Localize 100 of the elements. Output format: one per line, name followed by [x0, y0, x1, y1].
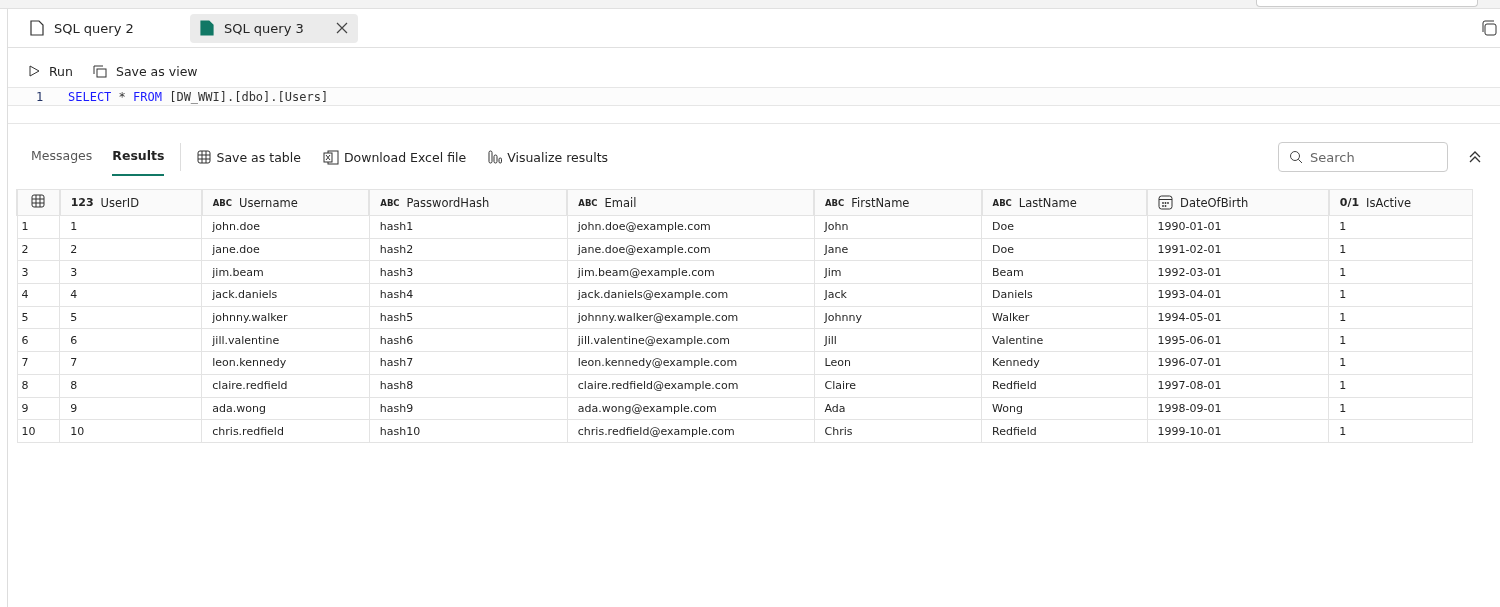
row-number: 1: [21, 220, 29, 234]
table-cell: ada.wong@example.com: [577, 401, 717, 415]
table-cell: 7: [70, 356, 78, 370]
table-cell: 1: [1339, 424, 1347, 438]
run-button[interactable]: Run: [28, 60, 73, 82]
copy-icon[interactable]: [1481, 20, 1497, 36]
column-header[interactable]: UserID: [100, 195, 140, 210]
type-label: ABC: [825, 197, 845, 208]
table-cell: John: [824, 220, 849, 234]
query-tab[interactable]: SQL query 3: [190, 13, 358, 43]
table-cell: jim.beam@example.com: [577, 265, 715, 279]
excel-icon: [322, 149, 339, 165]
column-header[interactable]: IsActive: [1366, 195, 1412, 210]
save-as-table-button[interactable]: Save as table: [197, 149, 301, 165]
type-label: ABC: [380, 197, 400, 208]
play-icon: [28, 65, 40, 77]
type-label: 123: [70, 196, 94, 209]
table-icon: [197, 150, 212, 164]
row-number: 5: [21, 311, 29, 325]
column-header[interactable]: PasswordHash: [406, 195, 490, 210]
row-number: 10: [21, 424, 36, 438]
table-cell: hash9: [379, 401, 414, 415]
table-cell: Beam: [992, 265, 1024, 279]
table-cell: 1: [1339, 311, 1347, 325]
save-as-view-button[interactable]: Save as view: [92, 60, 198, 82]
download-excel-button[interactable]: Download Excel file: [322, 149, 467, 165]
table-cell: 1998-09-01: [1157, 401, 1222, 415]
table-cell: hash4: [379, 288, 414, 302]
table-cell: jack.daniels@example.com: [577, 288, 729, 302]
column-header[interactable]: Username: [239, 195, 298, 210]
table-cell: Doe: [992, 220, 1014, 234]
collapse-icon[interactable]: [1468, 150, 1482, 164]
table-cell: Ada: [824, 401, 846, 415]
table-cell: 1: [70, 220, 78, 234]
row-number: 7: [21, 356, 29, 370]
search-field[interactable]: Search: [1278, 142, 1448, 172]
table-cell: hash10: [379, 424, 421, 438]
table-cell: 5: [70, 311, 78, 325]
type-label: 0/1: [1339, 196, 1360, 209]
table-cell: Wong: [992, 401, 1023, 415]
table-cell: 1990-01-01: [1157, 220, 1222, 234]
table-cell: 1995-06-01: [1157, 333, 1222, 347]
table-cell: 1994-05-01: [1157, 311, 1222, 325]
table-cell: hash2: [379, 243, 414, 257]
table-cell: 1997-08-01: [1157, 379, 1222, 393]
column-header[interactable]: FirstName: [851, 195, 910, 210]
table-cell: jane.doe@example.com: [577, 243, 711, 257]
line-number: 1: [35, 89, 45, 104]
table-cell: Jane: [824, 243, 849, 257]
table-cell: hash3: [379, 265, 414, 279]
table-cell: Chris: [824, 424, 853, 438]
table-cell: 10: [70, 424, 85, 438]
sql-file-icon: [30, 20, 44, 36]
table-cell: john.doe: [212, 220, 260, 234]
table-cell: jill.valentine@example.com: [577, 333, 730, 347]
visualize-results-button[interactable]: Visualize results: [488, 149, 609, 165]
table-cell: 1: [1339, 401, 1347, 415]
search-icon: [1289, 150, 1303, 164]
row-number: 4: [21, 288, 29, 302]
table-cell: claire.redfield: [212, 379, 288, 393]
column-header[interactable]: Email: [604, 195, 637, 210]
results-tab[interactable]: Messages: [31, 138, 93, 176]
type-label: ABC: [578, 197, 598, 208]
table-cell: leon.kennedy@example.com: [577, 356, 738, 370]
windows-icon: [92, 64, 107, 78]
type-label: ABC: [992, 197, 1012, 208]
table-cell: 4: [70, 288, 78, 302]
table-cell: Claire: [824, 379, 857, 393]
table-cell: Kennedy: [992, 356, 1040, 370]
results-tab[interactable]: Results: [112, 138, 165, 176]
row-number: 6: [21, 333, 29, 347]
table-cell: 8: [70, 379, 78, 393]
table-cell: jack.daniels: [212, 288, 278, 302]
grid-icon[interactable]: [31, 194, 46, 208]
table-cell: Jack: [824, 288, 847, 302]
table-cell: 1: [1339, 333, 1347, 347]
table-cell: chris.redfield: [212, 424, 284, 438]
table-cell: 1: [1339, 220, 1347, 234]
table-cell: Valentine: [992, 333, 1044, 347]
table-cell: chris.redfield@example.com: [577, 424, 735, 438]
table-cell: 1: [1339, 379, 1347, 393]
type-label: ABC: [212, 197, 233, 208]
table-cell: Walker: [992, 311, 1030, 325]
column-header[interactable]: LastName: [1018, 195, 1077, 210]
table-cell: Jill: [824, 333, 837, 347]
row-number: 3: [21, 265, 29, 279]
table-cell: johnny.walker@example.com: [577, 311, 739, 325]
bar-chart-icon: [488, 150, 503, 164]
table-cell: Leon: [824, 356, 851, 370]
table-cell: 2: [70, 243, 78, 257]
table-cell: john.doe@example.com: [577, 220, 711, 234]
close-icon[interactable]: [336, 22, 348, 34]
table-cell: 1: [1339, 288, 1347, 302]
table-cell: Jim: [824, 265, 842, 279]
code-editor[interactable]: 1 SELECT * FROM [DW_WWI].[dbo].[Users]: [8, 87, 1500, 106]
table-cell: johnny.walker: [212, 311, 288, 325]
table-cell: 1996-07-01: [1157, 356, 1222, 370]
query-tab[interactable]: SQL query 2: [20, 13, 188, 43]
sql-file-icon: [200, 20, 214, 36]
table-cell: claire.redfield@example.com: [577, 379, 739, 393]
